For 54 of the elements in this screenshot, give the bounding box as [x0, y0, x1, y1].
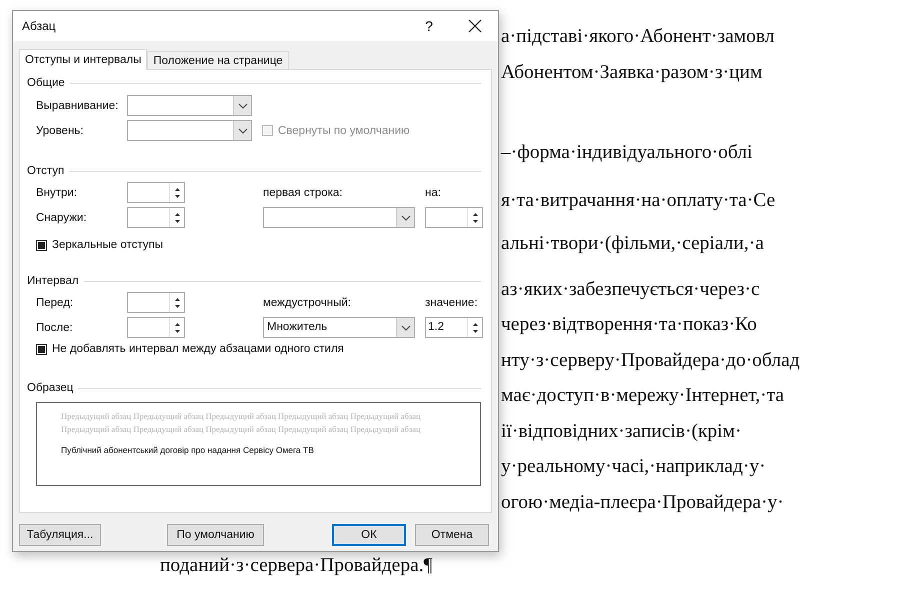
field-label: междустрочный:	[263, 296, 352, 308]
document-text: через·відтворення·та·показ·Ко	[501, 314, 757, 335]
document-text: альні·твори·(фільми,·серіали,·а	[501, 233, 764, 254]
document-text: я·та·витрачання·на·оплату·та·Се	[501, 190, 776, 210]
window-title: Абзац	[22, 19, 57, 33]
dialog-button[interactable]: По умолчанию	[167, 524, 264, 546]
document-text: огою·медіа-плеєра·Провайдера·у·	[501, 492, 784, 512]
section-heading: Отступ	[27, 165, 64, 177]
document-text: нту·з·серверу·Провайдера·до·облад	[501, 350, 800, 370]
section-heading: Общие	[27, 77, 65, 89]
dont-add-space-checkbox[interactable]: Не добавлять интервал между абзацами одного стиля	[36, 342, 481, 356]
field-label: После:	[36, 322, 74, 334]
field-label: Выравнивание:	[36, 100, 120, 112]
document-text: у·реальному·часі,·наприклад·у·	[501, 456, 766, 477]
chevron-icon	[400, 324, 410, 330]
field-label: Перед:	[36, 296, 74, 308]
document-text: ії·відповідних·записів·(крім·	[501, 420, 742, 442]
field-label: на:	[425, 186, 442, 198]
dialog-button[interactable]: ОК	[332, 524, 406, 546]
level-dropdown[interactable]	[127, 120, 252, 141]
field-label: Внутри:	[36, 186, 78, 198]
document-text: аз·яких·забезпечується·через·с	[501, 278, 760, 300]
dialog-button[interactable]: Отмена	[415, 524, 489, 546]
field-label: Уровень:	[36, 124, 84, 136]
document-text: має·доступ·в·мережу·Інтернет,·та	[501, 385, 784, 406]
close-icon	[468, 19, 482, 33]
document-text: –·форма·індивідуального·облі	[501, 142, 752, 163]
first-line-dropdown[interactable]	[263, 207, 415, 228]
mirror-indents-checkbox[interactable]: Зеркальные отступы	[36, 238, 481, 252]
previous-paragraph-text: Предыдущий абзац Предыдущий абзац Предыдущий абзац Предыдущий абзац Предыдущий абзац Предыдущий абзац Предыдущий абзац Предыдущий абзац Предыдущий абзац Предыдущий абзац	[61, 410, 422, 436]
outside-spinner[interactable]	[127, 207, 185, 228]
spacing-value-spinner[interactable]: 1.2	[425, 317, 483, 338]
dialog-button[interactable]: Табуляция...	[19, 524, 101, 546]
inside-spinner[interactable]	[127, 182, 185, 203]
after-spinner[interactable]	[127, 317, 185, 338]
section-heading: Образец	[27, 382, 74, 394]
document-text: Абонентом·Заявка·разом·з·цим	[501, 62, 762, 82]
by-spinner[interactable]	[425, 207, 483, 228]
tab[interactable]: Положение на странице	[147, 51, 289, 69]
document-text: поданий·з·сервера·Провайдера.¶	[160, 555, 432, 576]
line-spacing-dropdown[interactable]: Множитель	[263, 317, 415, 338]
field-label: Снаружи:	[36, 212, 88, 224]
help-button[interactable]: ?	[406, 11, 452, 41]
tab[interactable]: Отступы и интервалы	[19, 49, 148, 70]
before-spinner[interactable]	[127, 292, 185, 313]
chevron-icon	[238, 102, 248, 108]
field-label: первая строка:	[263, 186, 344, 198]
chevron-icon	[238, 128, 248, 134]
document-text: а·підставі·якого·Абонент·замовл	[501, 26, 775, 47]
sample-paragraph-text: Публічний абонентський договір про надання Сервісу Омега ТВ	[61, 445, 315, 455]
field-label: значение:	[425, 296, 479, 308]
alignment-dropdown[interactable]	[127, 95, 252, 116]
chevron-icon	[400, 214, 410, 220]
section-heading: Интервал	[27, 275, 79, 287]
